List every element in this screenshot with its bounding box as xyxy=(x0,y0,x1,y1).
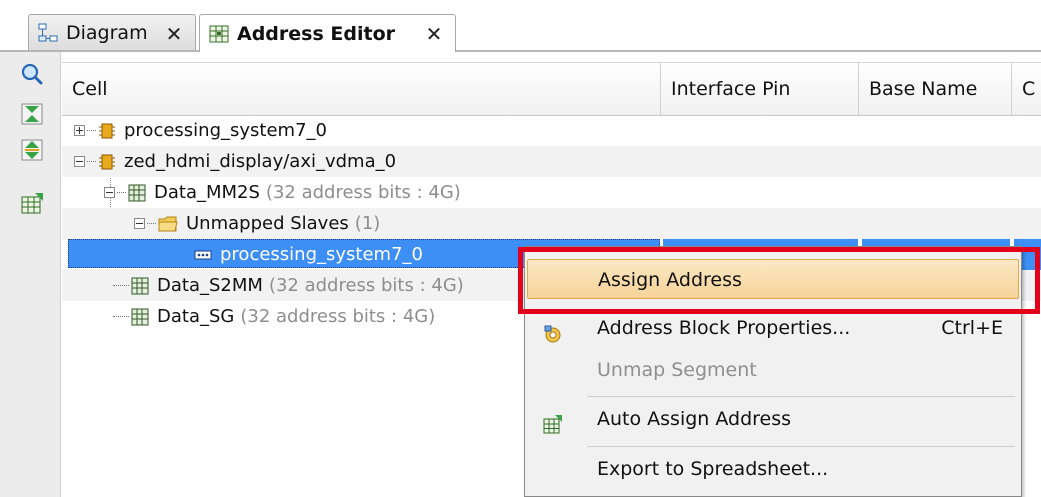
row-label: zed_hdmi_display/axi_vdma_0 xyxy=(124,151,397,172)
row-label: Unmapped Slaves xyxy=(186,213,349,234)
table-row[interactable]: Unmapped Slaves (1) xyxy=(62,208,1041,239)
menu-item-label: Auto Assign Address xyxy=(597,408,792,430)
search-icon[interactable] xyxy=(20,62,44,86)
tab-diagram-close-icon[interactable]: ✕ xyxy=(163,22,185,46)
row-suffix: (1) xyxy=(354,213,381,234)
row-suffix: (32 address bits : 4G) xyxy=(268,275,464,296)
expand-toggle-icon[interactable] xyxy=(74,125,85,136)
tab-address-editor-label: Address Editor xyxy=(237,22,395,45)
column-header-interface-pin[interactable]: Interface Pin xyxy=(660,63,858,115)
ip-block-icon xyxy=(99,123,115,138)
tab-address-editor[interactable]: Address Editor ✕ xyxy=(199,14,456,52)
context-menu: Assign Address Address Block Properties.… xyxy=(524,246,1022,497)
tab-diagram[interactable]: Diagram ✕ xyxy=(28,14,196,51)
address-space-icon xyxy=(131,308,149,325)
ip-block-icon xyxy=(99,154,115,169)
collapse-toggle-icon[interactable] xyxy=(104,187,115,198)
row-label: processing_system7_0 xyxy=(220,244,423,265)
menu-item-address-block-properties[interactable]: Address Block Properties... Ctrl+E xyxy=(527,308,1019,348)
tab-address-editor-close-icon[interactable]: ✕ xyxy=(423,22,445,46)
expand-all-icon[interactable] xyxy=(20,138,44,162)
column-header-truncated[interactable]: C xyxy=(1011,63,1041,115)
auto-assign-icon[interactable] xyxy=(20,192,44,216)
diagram-icon xyxy=(37,22,59,44)
table-row[interactable]: zed_hdmi_display/axi_vdma_0 xyxy=(62,146,1041,177)
table-header: Cell Interface Pin Base Name C xyxy=(62,62,1041,116)
menu-item-label: Unmap Segment xyxy=(597,359,757,381)
collapse-toggle-icon[interactable] xyxy=(134,218,145,229)
address-space-icon xyxy=(131,277,149,294)
properties-icon xyxy=(543,318,563,343)
folder-icon xyxy=(158,216,178,231)
auto-assign-icon xyxy=(543,409,563,434)
collapse-toggle-icon[interactable] xyxy=(74,156,85,167)
column-header-base-name[interactable]: Base Name xyxy=(858,63,1011,115)
menu-item-assign-address[interactable]: Assign Address xyxy=(527,259,1019,299)
row-label: Data_SG xyxy=(157,306,235,327)
menu-item-export-to-spreadsheet[interactable]: Export to Spreadsheet... xyxy=(527,449,1019,489)
collapse-all-icon[interactable] xyxy=(20,102,44,126)
menu-item-unmap-segment: Unmap Segment xyxy=(527,350,1019,390)
editor-tab-strip: Diagram ✕ Address Editor ✕ xyxy=(0,0,1041,52)
address-editor-icon xyxy=(208,23,230,45)
table-row[interactable]: processing_system7_0 xyxy=(62,115,1041,146)
row-suffix: (32 address bits : 4G) xyxy=(240,306,436,327)
row-label: Data_MM2S xyxy=(154,182,260,203)
menu-item-auto-assign-address[interactable]: Auto Assign Address xyxy=(527,399,1019,439)
tab-diagram-label: Diagram xyxy=(66,22,148,44)
segment-icon xyxy=(194,250,212,259)
menu-separator xyxy=(587,446,1015,447)
menu-item-label: Address Block Properties... xyxy=(597,317,851,339)
menu-item-shortcut: Ctrl+E xyxy=(941,317,1003,339)
menu-item-label: Assign Address xyxy=(598,269,742,291)
table-row[interactable]: Data_MM2S (32 address bits : 4G) xyxy=(62,177,1041,208)
row-label: processing_system7_0 xyxy=(124,120,327,141)
column-header-cell[interactable]: Cell xyxy=(62,63,660,115)
address-space-icon xyxy=(128,184,146,201)
row-suffix: (32 address bits : 4G) xyxy=(265,182,461,203)
menu-separator xyxy=(587,396,1015,397)
menu-item-label: Export to Spreadsheet... xyxy=(597,458,829,480)
left-toolbar xyxy=(0,52,61,497)
row-label: Data_S2MM xyxy=(157,275,263,296)
